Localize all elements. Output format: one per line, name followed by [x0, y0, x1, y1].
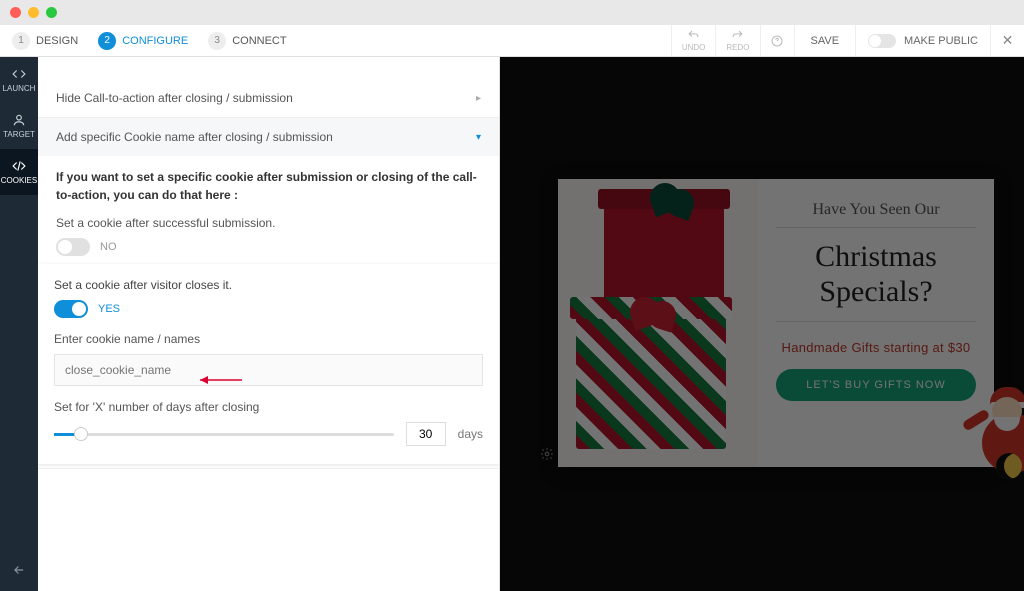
step-nav: 1 DESIGN 2 CONFIGURE 3 CONNECT	[0, 25, 287, 56]
step-design-label: DESIGN	[36, 35, 78, 47]
sidebar-launch-label: LAUNCH	[3, 84, 36, 93]
popup-image	[558, 179, 758, 467]
window-close-dot[interactable]	[10, 7, 21, 18]
sidebar-item-target[interactable]: TARGET	[0, 103, 38, 149]
days-slider[interactable]	[54, 433, 394, 436]
toggle-close-cookie[interactable]	[54, 300, 88, 318]
make-public-label: MAKE PUBLIC	[904, 35, 978, 47]
help-icon	[771, 35, 783, 47]
redo-label: REDO	[726, 43, 749, 52]
accordion-cookie-name[interactable]: Add specific Cookie name after closing /…	[38, 118, 499, 469]
days-input[interactable]	[406, 422, 446, 446]
redo-button[interactable]: REDO	[715, 25, 759, 56]
sidebar-back-button[interactable]	[0, 549, 38, 591]
accordion-cookie-name-label: Add specific Cookie name after closing /…	[56, 130, 333, 144]
opt-close-label: Set a cookie after visitor closes it.	[54, 278, 483, 292]
make-public-toggle[interactable]: MAKE PUBLIC	[855, 25, 990, 56]
step-configure[interactable]: 2 CONFIGURE	[98, 32, 188, 50]
save-button[interactable]: SAVE	[794, 25, 856, 56]
popup-subtext: Handmade Gifts starting at $30	[782, 340, 971, 355]
chevron-right-icon: ▸	[476, 93, 481, 104]
toolbar-right: UNDO REDO SAVE MAKE PUBLIC ✕	[671, 25, 1024, 56]
code-slash-icon	[12, 159, 26, 173]
sidebar-target-label: TARGET	[3, 130, 35, 139]
caret-down-icon: ▾	[476, 132, 481, 143]
days-field-label: Set for 'X' number of days after closing	[54, 400, 483, 414]
save-label: SAVE	[811, 35, 840, 47]
sidebar-item-cookies[interactable]: COOKIES	[0, 149, 38, 195]
accordion-hide-cta-label: Hide Call-to-action after closing / subm…	[56, 91, 293, 105]
undo-icon	[687, 29, 700, 42]
main-area: LAUNCH TARGET COOKIES Hide Call-to-actio…	[0, 57, 1024, 591]
settings-panel: Hide Call-to-action after closing / subm…	[38, 57, 500, 591]
cookie-description: If you want to set a specific cookie aft…	[56, 168, 481, 204]
step-connect-number: 3	[208, 32, 226, 50]
cookie-name-field-label: Enter cookie name / names	[54, 332, 483, 346]
close-button[interactable]: ✕	[990, 25, 1024, 56]
popup-heading-top: Have You Seen Our	[776, 201, 976, 228]
window-zoom-dot[interactable]	[46, 7, 57, 18]
popup-preview: ✕ Have You Seen Our ChristmasSpecials? H…	[558, 179, 994, 467]
step-connect-label: CONNECT	[232, 35, 286, 47]
sidebar-cookies-label: COOKIES	[1, 176, 37, 185]
slider-thumb[interactable]	[74, 427, 88, 441]
cookie-name-input[interactable]	[54, 354, 483, 386]
top-toolbar: 1 DESIGN 2 CONFIGURE 3 CONNECT UNDO REDO…	[0, 25, 1024, 57]
undo-label: UNDO	[682, 43, 706, 52]
user-icon	[12, 113, 26, 127]
sidebar-item-launch[interactable]: LAUNCH	[0, 57, 38, 103]
left-sidebar: LAUNCH TARGET COOKIES	[0, 57, 38, 591]
accordion-hide-cta[interactable]: Hide Call-to-action after closing / subm…	[38, 79, 499, 118]
step-configure-label: CONFIGURE	[122, 35, 188, 47]
undo-button[interactable]: UNDO	[671, 25, 716, 56]
santa-decoration	[972, 387, 1024, 507]
toggle-close-value: YES	[98, 303, 120, 315]
popup-content: Have You Seen Our ChristmasSpecials? Han…	[758, 179, 994, 467]
accordion-cookie-body: If you want to set a specific cookie aft…	[38, 156, 499, 468]
step-connect[interactable]: 3 CONNECT	[208, 32, 286, 50]
toggle-submission-value: NO	[100, 241, 117, 253]
help-button[interactable]	[760, 25, 794, 56]
step-configure-number: 2	[98, 32, 116, 50]
window-titlebar	[0, 0, 1024, 25]
moon-decoration	[996, 453, 1022, 479]
opt-submission-label: Set a cookie after successful submission…	[56, 216, 481, 230]
close-icon: ✕	[1002, 32, 1014, 49]
popup-settings-icon[interactable]	[540, 447, 554, 461]
code-icon	[12, 67, 26, 81]
preview-canvas: ✕ Have You Seen Our ChristmasSpecials? H…	[500, 57, 1024, 591]
toggle-submission-cookie[interactable]	[56, 238, 90, 256]
days-unit: days	[458, 427, 483, 441]
popup-cta-button[interactable]: LET'S BUY GIFTS NOW	[776, 369, 976, 401]
arrow-left-icon	[11, 563, 27, 577]
redo-icon	[731, 29, 744, 42]
step-design[interactable]: 1 DESIGN	[12, 32, 78, 50]
window-minimize-dot[interactable]	[28, 7, 39, 18]
close-cookie-card: Set a cookie after visitor closes it. YE…	[38, 264, 499, 464]
step-design-number: 1	[12, 32, 30, 50]
popup-heading-main: ChristmasSpecials?	[776, 228, 976, 322]
make-public-switch[interactable]	[868, 34, 896, 48]
